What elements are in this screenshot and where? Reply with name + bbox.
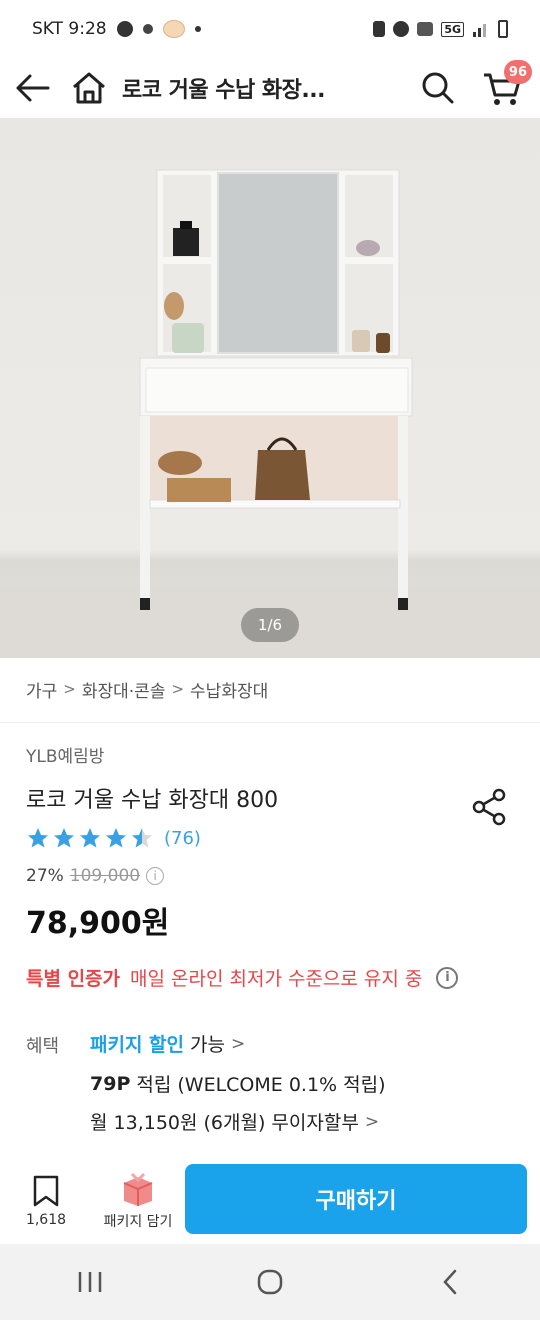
status-time: SKT 9:28 [32, 19, 107, 39]
info-icon[interactable]: i [146, 867, 165, 885]
bottom-action-bar: 1,618 패키지 담기 구매하기 [0, 1158, 540, 1244]
alarm-icon [393, 21, 410, 37]
recent-apps-icon [78, 1272, 102, 1292]
wishlist-count: 1,618 [25, 1212, 67, 1228]
home-circle-icon [257, 1269, 283, 1295]
final-price: 78,900원 [26, 906, 170, 941]
home-button[interactable] [64, 58, 114, 118]
status-bar: SKT 9:28 5G [0, 0, 540, 58]
vanity-illustration [0, 169, 540, 658]
baby-face-icon [162, 20, 185, 38]
package-add-button[interactable]: 패키지 담기 [92, 1171, 184, 1231]
share-icon [472, 788, 506, 826]
cart-button[interactable]: 96 [470, 58, 534, 118]
brand-link[interactable]: YLB예림방 [26, 742, 104, 767]
points-info: 79P 적립 (WELCOME 0.1% 적립) [90, 1070, 386, 1097]
back-button[interactable] [0, 58, 64, 118]
battery-icon [498, 20, 508, 38]
product-title: 로코 거울 수납 화장대 800 [26, 788, 279, 813]
home-icon [73, 72, 105, 104]
signal-icon [473, 24, 486, 37]
price-row: 27% 109,000 i [26, 866, 165, 886]
recent-apps-button[interactable] [50, 1252, 130, 1312]
chevron-left-icon [443, 1269, 457, 1295]
rating[interactable]: (76) [26, 826, 201, 850]
sim-icon [373, 21, 386, 37]
bookmark-icon [33, 1175, 59, 1207]
chevron-right-icon: > [63, 680, 76, 698]
buy-button[interactable]: 구매하기 [185, 1164, 527, 1234]
image-counter: 1/6 [241, 608, 299, 642]
share-button[interactable] [468, 786, 510, 828]
wishlist-button[interactable]: 1,618 [0, 1174, 92, 1228]
chevron-right-icon: > [364, 1111, 380, 1132]
certification-tag: 특별 인증가 [26, 968, 121, 990]
mute-icon [417, 22, 434, 36]
star-full-icon [106, 828, 126, 848]
cart-count-badge: 96 [503, 60, 532, 84]
app-header: 로코 거울 수납 화장... 96 [0, 58, 540, 118]
search-icon [422, 72, 454, 104]
info-icon[interactable]: i [436, 966, 459, 989]
system-nav-bar [0, 1244, 540, 1320]
package-discount-label: 패키지 할인 [90, 1034, 185, 1056]
package-discount-link[interactable]: 패키지 할인 가능 > [90, 1030, 245, 1057]
discount-rate: 27% [26, 866, 64, 886]
home-nav-button[interactable] [230, 1252, 310, 1312]
arrow-left-icon [16, 74, 50, 102]
package-add-label: 패키지 담기 [103, 1214, 173, 1230]
breadcrumb-item-storage-vanity[interactable]: 수납화장대 [190, 677, 268, 702]
more-notifications-dot-icon [194, 26, 201, 32]
star-full-icon [28, 828, 48, 848]
page-title: 로코 거울 수납 화장... [122, 78, 325, 103]
network-type-icon: 5G [441, 21, 464, 37]
star-half-icon [132, 828, 152, 848]
divider [0, 722, 540, 723]
chevron-right-icon: > [171, 680, 185, 698]
points-text: 적립 (WELCOME 0.1% 적립) [136, 1074, 386, 1096]
package-box-icon [123, 1172, 153, 1206]
star-full-icon [54, 828, 74, 848]
back-nav-button[interactable] [410, 1252, 490, 1312]
certification-text: 매일 온라인 최저가 수준으로 유지 중 [130, 968, 423, 990]
package-available-text: 가능 [190, 1034, 225, 1056]
chevron-right-icon: > [230, 1033, 246, 1054]
search-button[interactable] [406, 58, 470, 118]
notification-icon [142, 24, 153, 34]
star-full-icon [80, 828, 100, 848]
benefit-label: 혜택 [26, 1036, 60, 1057]
original-price: 109,000 [69, 866, 141, 886]
review-count[interactable]: (76) [164, 828, 201, 849]
certification-row: 특별 인증가 매일 온라인 최저가 수준으로 유지 중 i [26, 964, 459, 991]
breadcrumb: 가구 > 화장대·콘솔 > 수납화장대 [26, 674, 268, 704]
coffee-icon [116, 21, 133, 37]
breadcrumb-item-vanity-console[interactable]: 화장대·콘솔 [82, 677, 166, 702]
breadcrumb-item-furniture[interactable]: 가구 [26, 677, 57, 702]
installment-text: 월 13,150원 (6개월) 무이자할부 [90, 1112, 359, 1134]
points-value: 79P [90, 1072, 131, 1095]
product-image[interactable] [0, 118, 540, 658]
installment-link[interactable]: 월 13,150원 (6개월) 무이자할부 > [90, 1108, 379, 1135]
